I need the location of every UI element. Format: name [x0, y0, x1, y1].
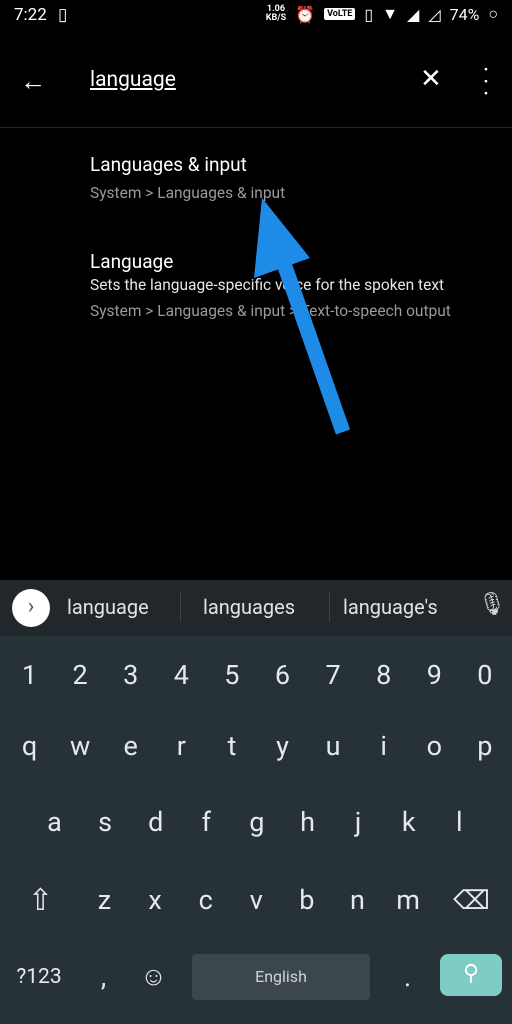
- key-o[interactable]: o: [409, 711, 460, 781]
- key-h[interactable]: h: [282, 787, 333, 857]
- key-c[interactable]: c: [180, 865, 231, 935]
- key-3[interactable]: 3: [105, 640, 156, 710]
- search-icon: ⚲: [462, 961, 480, 986]
- key-f[interactable]: f: [181, 787, 232, 857]
- key-p[interactable]: p: [459, 711, 510, 781]
- divider: [329, 592, 330, 622]
- key-9[interactable]: 9: [409, 640, 460, 710]
- key-m[interactable]: m: [383, 865, 434, 935]
- key-7[interactable]: 7: [308, 640, 359, 710]
- arrow-shaft: [274, 255, 351, 435]
- key-u[interactable]: u: [308, 711, 359, 781]
- suggestion[interactable]: languages: [203, 595, 295, 619]
- key-t[interactable]: t: [206, 711, 257, 781]
- key-y[interactable]: y: [257, 711, 308, 781]
- key-0[interactable]: 0: [459, 640, 510, 710]
- microphone-icon[interactable]: 🎙: [478, 592, 506, 617]
- key-s[interactable]: s: [80, 787, 131, 857]
- key-l[interactable]: l: [434, 787, 485, 857]
- key-k[interactable]: k: [383, 787, 434, 857]
- space-key[interactable]: English: [192, 954, 370, 1000]
- key-1[interactable]: 1: [4, 640, 55, 710]
- key-b[interactable]: b: [281, 865, 332, 935]
- key-x[interactable]: x: [130, 865, 181, 935]
- key-d[interactable]: d: [130, 787, 181, 857]
- expand-toolbar-button[interactable]: ›: [12, 589, 50, 627]
- emoji-key[interactable]: ☺: [128, 942, 179, 1012]
- key-i[interactable]: i: [358, 711, 409, 781]
- key-8[interactable]: 8: [358, 640, 409, 710]
- key-j[interactable]: j: [333, 787, 384, 857]
- key-w[interactable]: w: [55, 711, 106, 781]
- key-5[interactable]: 5: [206, 640, 257, 710]
- key-z[interactable]: z: [79, 865, 130, 935]
- key-6[interactable]: 6: [257, 640, 308, 710]
- key-v[interactable]: v: [231, 865, 282, 935]
- key-e[interactable]: e: [105, 711, 156, 781]
- key-2[interactable]: 2: [55, 640, 106, 710]
- key-n[interactable]: n: [332, 865, 383, 935]
- key-a[interactable]: a: [29, 787, 80, 857]
- divider: [180, 592, 181, 622]
- keyboard: ⇧ ⌫ ?123 , ☺ English . ⚲ 1234567890 qwert…: [0, 636, 512, 1024]
- key-g[interactable]: g: [231, 787, 282, 857]
- period-key[interactable]: .: [382, 942, 433, 1012]
- shift-key[interactable]: ⇧: [15, 866, 66, 936]
- key-4[interactable]: 4: [156, 640, 207, 710]
- key-q[interactable]: q: [4, 711, 55, 781]
- key-r[interactable]: r: [156, 711, 207, 781]
- backspace-key[interactable]: ⌫: [446, 866, 497, 936]
- suggestion[interactable]: language: [67, 595, 149, 619]
- suggestion-bar: › language languages language's 🎙: [0, 580, 512, 636]
- comma-key[interactable]: ,: [78, 942, 129, 1012]
- annotation-arrow: [254, 198, 351, 435]
- suggestion[interactable]: language's: [343, 595, 438, 619]
- arrow-head: [254, 198, 310, 278]
- symbols-key[interactable]: ?123: [6, 942, 72, 1012]
- search-key[interactable]: ⚲: [440, 954, 502, 996]
